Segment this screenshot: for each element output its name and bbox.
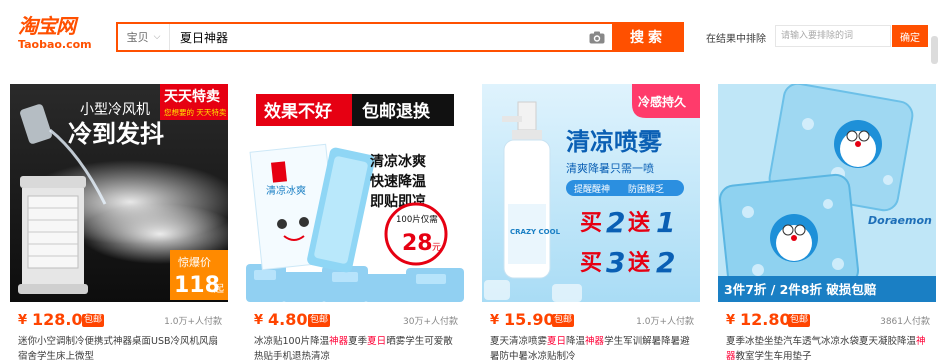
scope-label: 宝贝 — [126, 31, 149, 44]
item-price: 15.90 — [504, 310, 555, 329]
title-text: 迷你小空调制冷便携式神器桌面USB冷风机风扇宿舍学生床上微型 — [18, 336, 219, 362]
img-bottle-label: CRAZY COOL — [510, 228, 561, 236]
img-banner-right: 包邮退换 — [362, 101, 431, 122]
price-row: ¥ 128.00 包邮 1.0万+人付款 — [10, 310, 228, 330]
item-card[interactable]: 冷感持久 CRAZY COOL 清凉喷雾 清爽降暑只需一喷 提醒醒神 防困解乏 … — [482, 84, 700, 364]
price-row: ¥ 4.80 包邮 30万+人付款 — [246, 310, 464, 330]
item-card[interactable]: 效果不好 包邮退换 清凉冰爽 清凉冰爽 快速降温 即贴即凉 100片仅需 28 — [246, 84, 464, 364]
title-text: 夏季冰垫坐垫汽车透气冰凉水袋夏天凝胶降温 — [726, 336, 917, 347]
sales-count: 30万+人付款 — [403, 317, 458, 327]
free-shipping-badge: 包邮 — [788, 314, 811, 327]
free-shipping-badge: 包邮 — [552, 314, 575, 327]
taobao-logo[interactable]: 淘宝网 Taobao.com — [18, 14, 92, 51]
img-brand: Doraemon — [868, 214, 932, 227]
exclude-confirm-button[interactable]: 确定 — [892, 25, 928, 47]
img-circle-top: 100片仅需 — [396, 214, 438, 225]
img-promo-label: 惊爆价 — [178, 255, 211, 269]
sales-count: 3861人付款 — [880, 317, 930, 327]
logo-text-en: Taobao.com — [18, 38, 92, 51]
item-image[interactable]: 冷感持久 CRAZY COOL 清凉喷雾 清爽降暑只需一喷 提醒醒神 防困解乏 … — [482, 84, 700, 302]
search-input[interactable] — [170, 24, 582, 50]
currency-symbol: ¥ — [18, 313, 28, 328]
title-highlight: 神器 — [585, 336, 605, 347]
item-image[interactable]: Doraemon 3件7折 / 2件8折 破损包赔 — [718, 84, 936, 302]
header: 淘宝网 Taobao.com 宝贝 ⌵ 搜索 在结果中排除 请输入要排除的词 确… — [0, 0, 938, 64]
img-line1: 清凉冰爽 — [370, 153, 426, 170]
img-chip2: 防困解乏 — [628, 183, 664, 195]
search-button[interactable]: 搜索 — [612, 23, 684, 51]
title-text: 降温 — [566, 336, 586, 347]
img-tag-title: 天天特卖 — [164, 88, 220, 105]
img-tag-sub: 您想要的 天天特卖 — [164, 107, 227, 117]
item-price: 4.80 — [268, 310, 308, 329]
currency-symbol: ¥ — [254, 313, 264, 328]
img-promo-unit: 起 — [214, 283, 224, 295]
item-title-link[interactable]: 冰凉贴100片降温神器夏季夏日晒雾学生可爱散热贴手机退热清凉 — [254, 334, 460, 364]
free-shipping-badge: 包邮 — [82, 314, 105, 327]
img-headline: 清凉喷雾 — [566, 128, 663, 156]
img-buy1: 买 — [580, 211, 602, 236]
img-send2: 送 — [628, 250, 650, 276]
title-highlight: 夏日 — [367, 336, 387, 347]
price-row: ¥ 12.80 包邮 3861人付款 — [718, 310, 936, 330]
currency-symbol: ¥ — [726, 313, 736, 328]
title-text: 夏季 — [348, 336, 368, 347]
img-promo: 3件7折 / 2件8折 破损包赔 — [724, 282, 877, 297]
sales-count: 1.0万+人付款 — [636, 317, 694, 327]
img-package-text: 清凉冰爽 — [266, 184, 306, 197]
item-title-link[interactable]: 夏天清凉喷雾夏日降温神器学生军训解暑降暑避暑防中暑冰凉贴制冷 — [490, 334, 696, 364]
img-n2: 3 — [606, 246, 625, 279]
img-banner-left: 效果不好 — [264, 101, 332, 122]
title-highlight: 夏日 — [547, 336, 567, 347]
title-highlight: 神器 — [329, 336, 349, 347]
img-send1: 送 — [628, 210, 650, 236]
scrollbar[interactable] — [931, 36, 938, 64]
currency-symbol: ¥ — [490, 313, 500, 328]
img-text-line2: 冷到发抖 — [68, 120, 164, 148]
img-m2: 2 — [656, 246, 675, 279]
exclude-input[interactable]: 请输入要排除的词 — [775, 25, 891, 47]
img-m1: 1 — [656, 206, 675, 239]
item-image[interactable]: 效果不好 包邮退换 清凉冰爽 清凉冰爽 快速降温 即贴即凉 100片仅需 28 — [246, 84, 464, 302]
item-title-link[interactable]: 夏季冰垫坐垫汽车透气冰凉水袋夏天凝胶降温神器教室学生车用垫子 — [726, 334, 932, 364]
item-price: 12.80 — [740, 310, 791, 329]
img-text-line1: 小型冷风机 — [80, 102, 150, 118]
chevron-down-icon: ⌵ — [153, 32, 161, 42]
img-buy2: 买 — [580, 251, 602, 276]
img-chip1: 提醒醒神 — [574, 183, 610, 195]
item-card[interactable]: 小型冷风机 冷到发抖 天天特卖 您想要的 天天特卖 惊爆价 118 起 ¥ 12… — [10, 84, 228, 364]
img-circle-unit: 元 — [432, 243, 441, 253]
item-card[interactable]: Doraemon 3件7折 / 2件8折 破损包赔 ¥ 12.80 包邮 386… — [718, 84, 936, 364]
search-scope-select[interactable]: 宝贝 ⌵ — [118, 24, 170, 50]
item-image[interactable]: 小型冷风机 冷到发抖 天天特卖 您想要的 天天特卖 惊爆价 118 起 — [10, 84, 228, 302]
title-text: 夏天清凉喷雾 — [490, 336, 548, 347]
img-n1: 2 — [606, 206, 625, 239]
logo-text-cn: 淘宝网 — [18, 14, 76, 38]
img-line2: 快速降温 — [370, 173, 426, 190]
camera-icon[interactable] — [582, 24, 612, 50]
sales-count: 1.0万+人付款 — [164, 317, 222, 327]
price-row: ¥ 15.90 包邮 1.0万+人付款 — [482, 310, 700, 330]
img-subline: 清爽降暑只需一喷 — [566, 161, 654, 175]
exclude-label: 在结果中排除 — [706, 34, 766, 45]
img-corner-tag: 冷感持久 — [638, 94, 687, 109]
title-text: 冰凉贴100片降温 — [254, 336, 330, 347]
item-grid: 小型冷风机 冷到发抖 天天特卖 您想要的 天天特卖 惊爆价 118 起 ¥ 12… — [10, 84, 936, 364]
title-text: 教室学生车用垫子 — [735, 351, 812, 362]
search-bar: 宝贝 ⌵ 搜索 — [116, 22, 684, 52]
img-circle-price: 28 — [402, 231, 433, 256]
item-title-link[interactable]: 迷你小空调制冷便携式神器桌面USB冷风机风扇宿舍学生床上微型 — [18, 334, 224, 364]
free-shipping-badge: 包邮 — [308, 314, 331, 327]
